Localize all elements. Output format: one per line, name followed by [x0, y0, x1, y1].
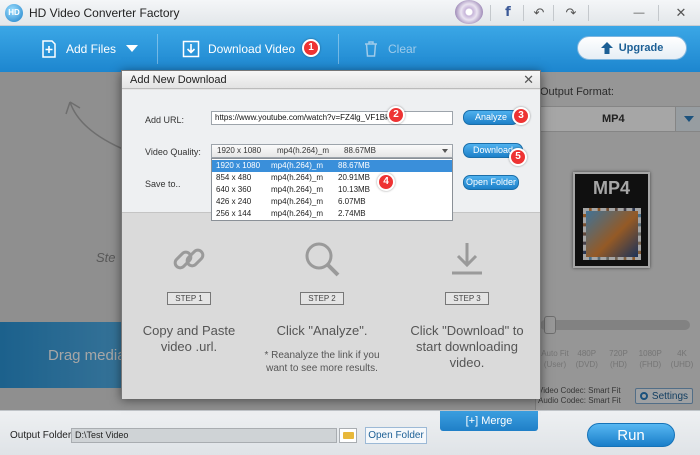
window-title: HD Video Converter Factory	[29, 6, 180, 20]
open-folder-button[interactable]: Open Folder	[365, 427, 427, 444]
trash-icon	[365, 41, 377, 57]
title-separator	[523, 5, 524, 21]
step-badge: 1	[302, 39, 320, 57]
step-description: Click "Download" to start downloading vi…	[410, 323, 524, 370]
option-format: mp4(h.264)_m	[271, 173, 324, 182]
option-resolution: 854 x 480	[216, 173, 252, 182]
add-url-label: Add URL:	[145, 115, 185, 125]
facebook-icon[interactable]: f	[497, 3, 519, 23]
title-bar: HD HD Video Converter Factory f ↶ ↷ — ✕	[0, 0, 700, 26]
main-toolbar: Add Files Download Video Clear Upgrade	[0, 26, 700, 72]
option-resolution: 426 x 240	[216, 197, 252, 206]
toolbar-separator	[338, 34, 339, 64]
quality-option[interactable]: 1920 x 1080 mp4(h.264)_m 88.67MB	[212, 160, 452, 172]
option-format: mp4(h.264)_m	[271, 209, 324, 218]
step-badge: 5	[509, 148, 527, 166]
merge-icon: [+]	[465, 415, 479, 427]
close-icon[interactable]: ✕	[523, 72, 534, 88]
clear-label: Clear	[388, 42, 417, 56]
step-2: STEP 2 Click "Analyze". * Reanalyze the …	[257, 239, 387, 375]
step-tag: STEP 1	[167, 292, 211, 305]
dialog-title-bar: Add New Download ✕	[122, 71, 540, 89]
download-video-label: Download Video	[208, 42, 296, 56]
step-description: Click "Analyze".	[276, 323, 368, 338]
quality-option[interactable]: 640 x 360 mp4(h.264)_m 10.13MB	[212, 184, 452, 196]
undo-icon[interactable]: ↶	[528, 3, 550, 23]
analyze-button[interactable]: Analyze	[463, 110, 519, 125]
video-quality-select[interactable]: 1920 x 1080 mp4(h.264)_m 88.67MB	[211, 144, 453, 158]
add-files-button[interactable]: Add Files	[40, 26, 139, 72]
option-size: 20.91MB	[338, 173, 371, 182]
step-tag: STEP 2	[300, 292, 344, 305]
option-size: 6.07MB	[338, 197, 366, 206]
output-folder-label: Output Folder:	[10, 430, 74, 441]
output-folder-input[interactable]: D:\Test Video	[71, 428, 337, 443]
selected-size: 88.67MB	[344, 146, 377, 155]
download-icon	[452, 243, 482, 275]
toolbar-separator	[157, 34, 158, 64]
arrow-up-icon	[600, 42, 613, 54]
option-format: mp4(h.264)_m	[271, 161, 324, 170]
step-badge: 3	[512, 107, 530, 125]
folder-icon[interactable]	[339, 428, 357, 443]
upgrade-button[interactable]: Upgrade	[577, 36, 687, 60]
app-logo-icon: HD	[5, 4, 23, 22]
option-resolution: 256 x 144	[216, 209, 252, 218]
option-resolution: 1920 x 1080	[216, 161, 261, 170]
link-icon	[173, 248, 205, 270]
selected-resolution: 1920 x 1080	[217, 146, 262, 155]
option-resolution: 640 x 360	[216, 185, 252, 194]
quality-option[interactable]: 854 x 480 mp4(h.264)_m 20.91MB	[212, 172, 452, 184]
clear-button[interactable]: Clear	[362, 26, 417, 72]
video-quality-dropdown: 1920 x 1080 mp4(h.264)_m 88.67MB 854 x 4…	[211, 158, 453, 221]
selected-format: mp4(h.264)_m	[277, 146, 330, 155]
chevron-down-icon[interactable]	[126, 45, 139, 53]
run-button[interactable]: Run	[587, 423, 675, 447]
dialog-title: Add New Download	[130, 74, 227, 86]
title-separator	[490, 5, 491, 21]
download-video-button[interactable]: Download Video	[182, 26, 295, 72]
upgrade-label: Upgrade	[618, 42, 664, 54]
add-file-icon	[42, 40, 56, 58]
video-quality-label: Video Quality:	[145, 147, 201, 157]
add-new-download-dialog: Add New Download ✕ Add URL: https://www.…	[121, 70, 541, 399]
merge-label: Merge	[481, 415, 513, 427]
bottom-bar: Output Folder: D:\Test Video Open Folder…	[0, 410, 700, 455]
step-badge: 4	[377, 173, 395, 191]
close-button[interactable]: ✕	[670, 3, 692, 23]
title-separator	[658, 5, 659, 21]
option-format: mp4(h.264)_m	[271, 197, 324, 206]
merge-button[interactable]: [+] Merge	[440, 411, 538, 431]
step-tag: STEP 3	[445, 292, 489, 305]
option-size: 2.74MB	[338, 209, 366, 218]
quality-option[interactable]: 426 x 240 mp4(h.264)_m 6.07MB	[212, 196, 452, 208]
step-badge: 2	[387, 106, 405, 124]
option-format: mp4(h.264)_m	[271, 185, 324, 194]
url-input[interactable]: https://www.youtube.com/watch?v=FZ4lg_VF…	[211, 111, 453, 125]
title-separator	[588, 5, 589, 21]
step-3: STEP 3 Click "Download" to start downloa…	[402, 239, 532, 371]
step-1: STEP 1 Copy and Paste video .url.	[124, 239, 254, 355]
save-to-label: Save to..	[145, 179, 181, 189]
option-size: 88.67MB	[338, 161, 371, 170]
disc-icon	[455, 0, 483, 24]
redo-icon[interactable]: ↷	[560, 3, 582, 23]
magnifier-icon	[305, 242, 340, 277]
add-files-label: Add Files	[66, 42, 117, 56]
title-separator	[553, 5, 554, 21]
quality-option[interactable]: 256 x 144 mp4(h.264)_m 2.74MB	[212, 208, 452, 220]
minimize-button[interactable]: —	[628, 3, 650, 23]
option-size: 10.13MB	[338, 185, 371, 194]
open-folder-button[interactable]: Open Folder	[463, 175, 519, 190]
step-description: Copy and Paste video .url.	[142, 323, 236, 354]
step-note: * Reanalyze the link if you want to see …	[264, 350, 380, 374]
download-video-icon	[182, 40, 200, 58]
